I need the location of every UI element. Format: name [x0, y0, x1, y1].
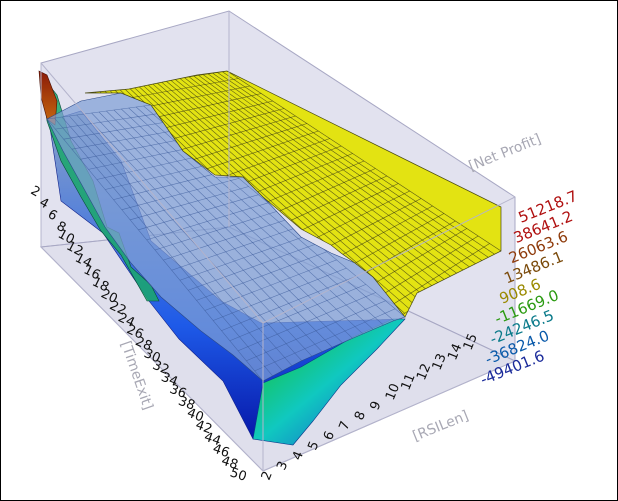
- timeexit-tick-label: 2: [28, 183, 43, 200]
- timeexit-tick-label: 50: [228, 465, 248, 484]
- chart-frame: 2 4 6 8 10 12 14 16 18 20 22 24 26 28 30 32 34 36 38 40 42 44…: [0, 0, 618, 501]
- rsilen-tick-label: 2: [259, 469, 276, 482]
- surface-chart: 2468101214161820222426283032343638404244…: [28, 10, 580, 485]
- net-profit-axis-title: [Net Profit]: [467, 131, 544, 174]
- rsilen-axis-title: [RSILen]: [411, 408, 471, 445]
